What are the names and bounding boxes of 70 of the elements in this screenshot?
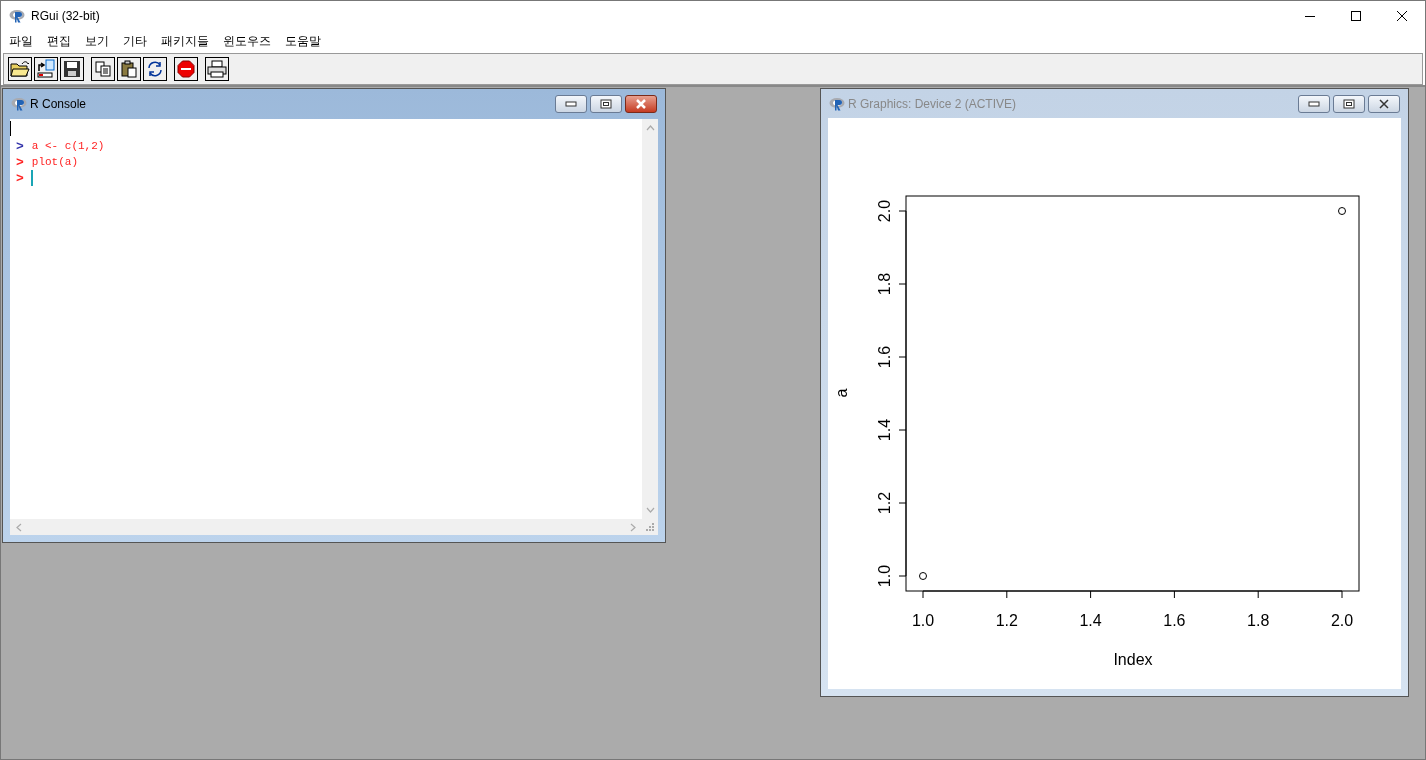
document-arrow-icon bbox=[36, 59, 56, 79]
save-button[interactable] bbox=[60, 57, 84, 81]
x-tick-label: 1.8 bbox=[1247, 612, 1270, 629]
text-cursor bbox=[30, 170, 33, 186]
minimize-button[interactable] bbox=[1298, 94, 1330, 113]
stop-button[interactable] bbox=[174, 57, 198, 81]
x-tick-label: 2.0 bbox=[1330, 612, 1354, 629]
prompt: > bbox=[16, 170, 24, 186]
close-button[interactable] bbox=[625, 95, 657, 113]
y-tick-label: 1.2 bbox=[876, 491, 893, 515]
x-tick-label: 1.6 bbox=[1163, 612, 1186, 629]
minimize-icon bbox=[565, 101, 577, 107]
r-logo-icon bbox=[9, 9, 25, 23]
resize-grip-icon[interactable] bbox=[646, 523, 654, 531]
open-button[interactable] bbox=[8, 57, 32, 81]
paste-button[interactable] bbox=[117, 57, 141, 81]
y-tick-label: 1.8 bbox=[876, 272, 893, 296]
menu-item[interactable]: 도움말 bbox=[285, 32, 321, 50]
print-button[interactable] bbox=[205, 57, 229, 81]
menu-item[interactable]: 편집 bbox=[47, 32, 71, 50]
close-icon bbox=[1378, 98, 1390, 109]
menu-item[interactable]: 패키지들 bbox=[161, 32, 209, 50]
folder-icon bbox=[10, 60, 30, 78]
refresh-button[interactable] bbox=[143, 57, 167, 81]
window-title: R Console bbox=[30, 97, 87, 111]
r-logo-icon bbox=[11, 97, 27, 111]
x-tick-label: 1.0 bbox=[911, 612, 935, 629]
clipboard-icon bbox=[120, 60, 138, 78]
menu-item[interactable]: 기타 bbox=[123, 32, 147, 50]
restore-button[interactable] bbox=[1333, 94, 1365, 113]
scroll-down-icon bbox=[645, 507, 655, 513]
y-axis-title: a bbox=[833, 388, 850, 398]
x-tick-label: 1.4 bbox=[1079, 612, 1102, 629]
y-tick-label: 1.4 bbox=[876, 418, 893, 442]
scroll-up-icon bbox=[645, 125, 655, 131]
data-point bbox=[919, 572, 927, 580]
printer-icon bbox=[207, 60, 227, 78]
minimize-button[interactable] bbox=[555, 95, 587, 113]
scroll-left-icon bbox=[16, 522, 22, 532]
menu-item[interactable]: 파일 bbox=[9, 32, 33, 50]
data-point bbox=[1338, 207, 1346, 215]
menu-item[interactable]: 윈도우즈 bbox=[223, 32, 271, 50]
stop-sign-icon bbox=[177, 60, 195, 78]
maximize-icon bbox=[1350, 10, 1362, 22]
y-tick-label: 1.0 bbox=[876, 564, 893, 588]
console-output[interactable]: > a <- c(1,2) > plot(a) > bbox=[10, 119, 642, 519]
r-logo-icon bbox=[829, 96, 845, 111]
close-icon bbox=[635, 99, 647, 109]
window-title: R Graphics: Device 2 (ACTIVE) bbox=[848, 96, 1017, 111]
code-line: a <- c(1,2) bbox=[31, 140, 105, 152]
scroll-right-icon bbox=[630, 522, 636, 532]
load-button[interactable] bbox=[34, 57, 58, 81]
close-icon bbox=[1396, 10, 1408, 22]
restore-icon bbox=[1343, 98, 1355, 109]
x-tick-label: 1.2 bbox=[995, 612, 1018, 629]
copy-button[interactable] bbox=[91, 57, 115, 81]
copy-icon bbox=[94, 60, 112, 78]
prompt: > bbox=[16, 138, 24, 154]
refresh-icon bbox=[146, 60, 164, 78]
window-title: RGui (32-bit) bbox=[31, 9, 100, 23]
y-tick-label: 2.0 bbox=[876, 199, 893, 223]
x-axis-title: Index bbox=[1113, 651, 1153, 668]
close-button[interactable] bbox=[1368, 94, 1400, 113]
code-line: plot(a) bbox=[31, 156, 79, 168]
restore-button[interactable] bbox=[590, 95, 622, 113]
prompt: > bbox=[16, 154, 24, 170]
minimize-icon bbox=[1308, 100, 1320, 107]
restore-icon bbox=[600, 99, 612, 109]
y-tick-label: 1.6 bbox=[876, 345, 893, 369]
menu-item[interactable]: 보기 bbox=[85, 32, 109, 50]
